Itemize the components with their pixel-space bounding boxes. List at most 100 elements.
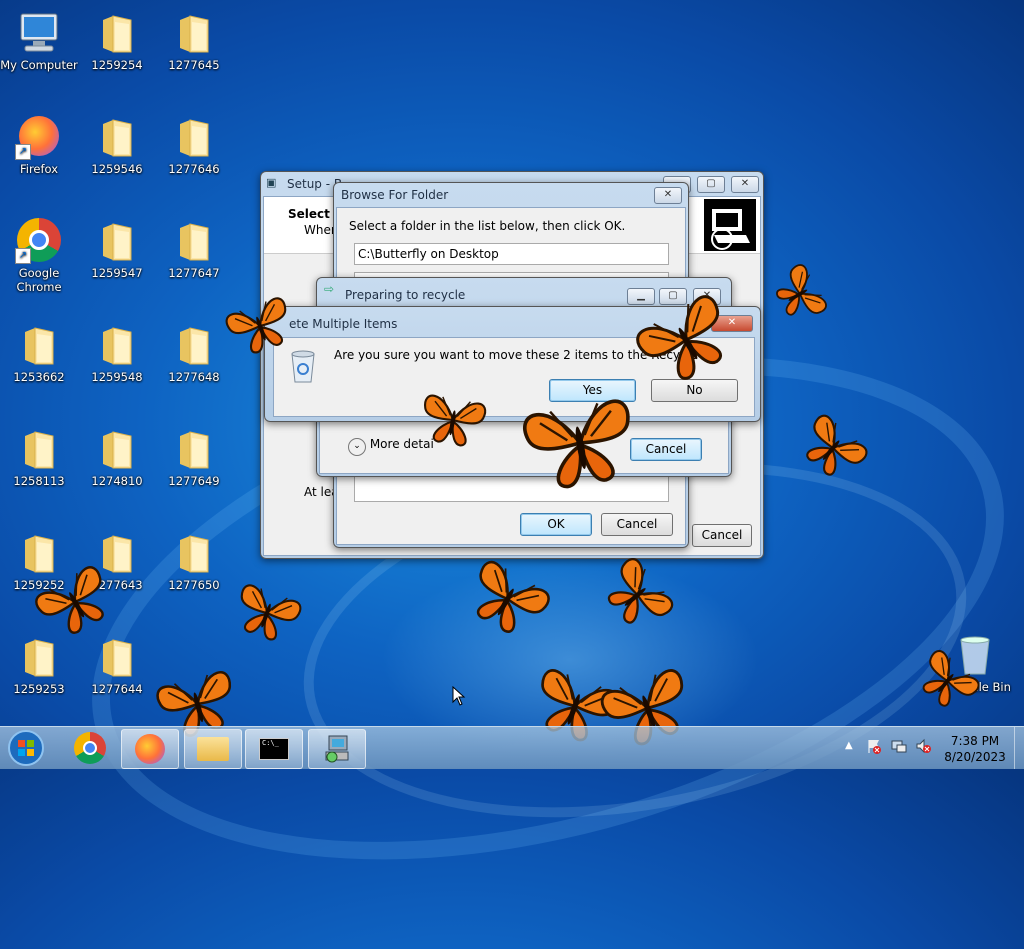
folder-icon: [197, 737, 229, 761]
recycle-bin-shortcut[interactable]: cycle Bin: [936, 630, 1014, 694]
desktop-shortcut-label: 1277644: [91, 682, 143, 696]
butterfly-decoration: [600, 558, 675, 628]
desktop-shortcut-1259253[interactable]: 1259253: [0, 632, 78, 696]
taskbar-chrome-button[interactable]: [62, 729, 118, 767]
desktop-shortcut-1259254[interactable]: 1259254: [78, 8, 156, 72]
no-button[interactable]: No: [651, 379, 738, 402]
desktop-shortcut-1277644[interactable]: 1277644: [78, 632, 156, 696]
butterfly-decoration: [232, 584, 302, 644]
desktop-shortcut-label: 1277647: [168, 266, 220, 280]
setup-installer-icon: [323, 734, 351, 764]
browse-cancel-button[interactable]: Cancel: [601, 513, 673, 536]
desktop-shortcut-label: 1259252: [13, 578, 65, 592]
desktop-shortcut-1258113[interactable]: 1258113: [0, 424, 78, 488]
setup-app-icon: ▣: [266, 176, 277, 189]
action-center-flag-icon[interactable]: [866, 738, 882, 754]
recycle-bin-icon: [288, 348, 318, 387]
maximize-button[interactable]: ▢: [659, 288, 687, 305]
taskbar-cmd-button[interactable]: C:\_: [245, 729, 303, 769]
close-button[interactable]: ✕: [654, 187, 682, 204]
folder-icon: [93, 632, 141, 680]
folder-icon: [15, 320, 63, 368]
folder-icon: [15, 424, 63, 472]
desktop-shortcut-label: 1277650: [168, 578, 220, 592]
folder-icon: [93, 216, 141, 264]
chrome-icon: ↗: [15, 216, 63, 264]
desktop-shortcut-label: 1277648: [168, 370, 220, 384]
show-desktop-button[interactable]: [1014, 727, 1024, 769]
desktop-shortcut-1274810[interactable]: 1274810: [78, 424, 156, 488]
yes-button[interactable]: Yes: [549, 379, 636, 402]
taskbar-setup-button[interactable]: [308, 729, 366, 769]
desktop-shortcut-label: 1259546: [91, 162, 143, 176]
desktop-shortcut-1277646[interactable]: 1277646: [155, 112, 233, 176]
desktop-shortcut-google-chrome[interactable]: ↗ Google Chrome: [0, 216, 78, 294]
setup-cancel-button[interactable]: Cancel: [692, 524, 752, 547]
network-icon[interactable]: [891, 738, 907, 754]
desktop-shortcut-1259547[interactable]: 1259547: [78, 216, 156, 280]
command-prompt-icon: C:\_: [259, 738, 289, 760]
desktop-shortcut-label: 1259253: [13, 682, 65, 696]
folder-icon: [93, 8, 141, 56]
delete-multiple-items-dialog[interactable]: ete Multiple Items ✕ Are you sure you wa…: [264, 306, 761, 422]
desktop-shortcut-1259252[interactable]: 1259252: [0, 528, 78, 592]
folder-icon: [170, 216, 218, 264]
start-button[interactable]: [6, 729, 46, 767]
folder-icon: [93, 424, 141, 472]
desktop-shortcut-1259546[interactable]: 1259546: [78, 112, 156, 176]
chevron-down-icon: ⌄: [348, 438, 366, 456]
firefox-icon: ↗: [15, 112, 63, 160]
folder-icon: [15, 632, 63, 680]
maximize-button[interactable]: ▢: [697, 176, 725, 193]
desktop-shortcut-label: 1259254: [91, 58, 143, 72]
desktop-shortcut-1277647[interactable]: 1277647: [155, 216, 233, 280]
chrome-icon: [74, 732, 106, 764]
recycle-bin-label: cycle Bin: [959, 680, 1011, 694]
folder-icon: [15, 528, 63, 576]
folder-icon: [93, 112, 141, 160]
browse-ok-button[interactable]: OK: [520, 513, 592, 536]
clock[interactable]: 7:38 PM 8/20/2023: [940, 733, 1010, 765]
recycle-cancel-button[interactable]: Cancel: [630, 438, 702, 461]
desktop-shortcut-label: Firefox: [19, 162, 59, 176]
desktop-shortcut-label: 1277645: [168, 58, 220, 72]
taskbar: C:\_ ▲ 7:38 PM 8/20/2023: [0, 726, 1024, 769]
folder-icon: [93, 528, 141, 576]
close-button[interactable]: ✕: [731, 176, 759, 193]
folder-path-field[interactable]: C:\Butterfly on Desktop: [354, 243, 669, 265]
volume-muted-icon[interactable]: [915, 738, 931, 754]
desktop-shortcut-1277645[interactable]: 1277645: [155, 8, 233, 72]
computer-icon: [15, 8, 63, 56]
delete-confirm-message: Are you sure you want to move these 2 it…: [334, 348, 698, 362]
butterfly-decoration: [465, 561, 550, 636]
desktop-shortcut-1277649[interactable]: 1277649: [155, 424, 233, 488]
desktop-shortcut-1253662[interactable]: 1253662: [0, 320, 78, 384]
desktop-shortcut-label: 1277649: [168, 474, 220, 488]
clock-date: 8/20/2023: [944, 750, 1006, 764]
recycle-progress-title: Preparing to recycle: [345, 288, 466, 302]
desktop-shortcut-1277643[interactable]: 1277643: [78, 528, 156, 592]
desktop-shortcut-label: Google Chrome: [16, 266, 62, 294]
taskbar-firefox-button[interactable]: [121, 729, 179, 769]
folder-icon: [170, 320, 218, 368]
more-details-toggle[interactable]: ⌄ More detai: [348, 437, 434, 456]
minimize-button[interactable]: ▁: [627, 288, 655, 305]
desktop-shortcut-label: 1277643: [91, 578, 143, 592]
desktop-shortcut-firefox[interactable]: ↗ Firefox: [0, 112, 78, 176]
browse-dialog-title: Browse For Folder: [341, 188, 449, 202]
taskbar-explorer-button[interactable]: [184, 729, 242, 769]
desktop-shortcut-label: 1258113: [13, 474, 65, 488]
close-button[interactable]: ✕: [711, 315, 753, 332]
desktop-shortcut-label: 1277646: [168, 162, 220, 176]
close-button[interactable]: ✕: [693, 288, 721, 305]
desktop-shortcut-1277648[interactable]: 1277648: [155, 320, 233, 384]
show-hidden-icons-button[interactable]: ▲: [845, 740, 853, 751]
desktop-shortcut-label: 1253662: [13, 370, 65, 384]
browse-instruction: Select a folder in the list below, then …: [349, 219, 626, 233]
desktop-shortcut-label: 1259548: [91, 370, 143, 384]
desktop-shortcut-1277650[interactable]: 1277650: [155, 528, 233, 592]
desktop-shortcut-1259548[interactable]: 1259548: [78, 320, 156, 384]
desktop-shortcut-my-computer[interactable]: My Computer: [0, 8, 78, 72]
folder-icon: [170, 528, 218, 576]
folder-icon: [170, 8, 218, 56]
